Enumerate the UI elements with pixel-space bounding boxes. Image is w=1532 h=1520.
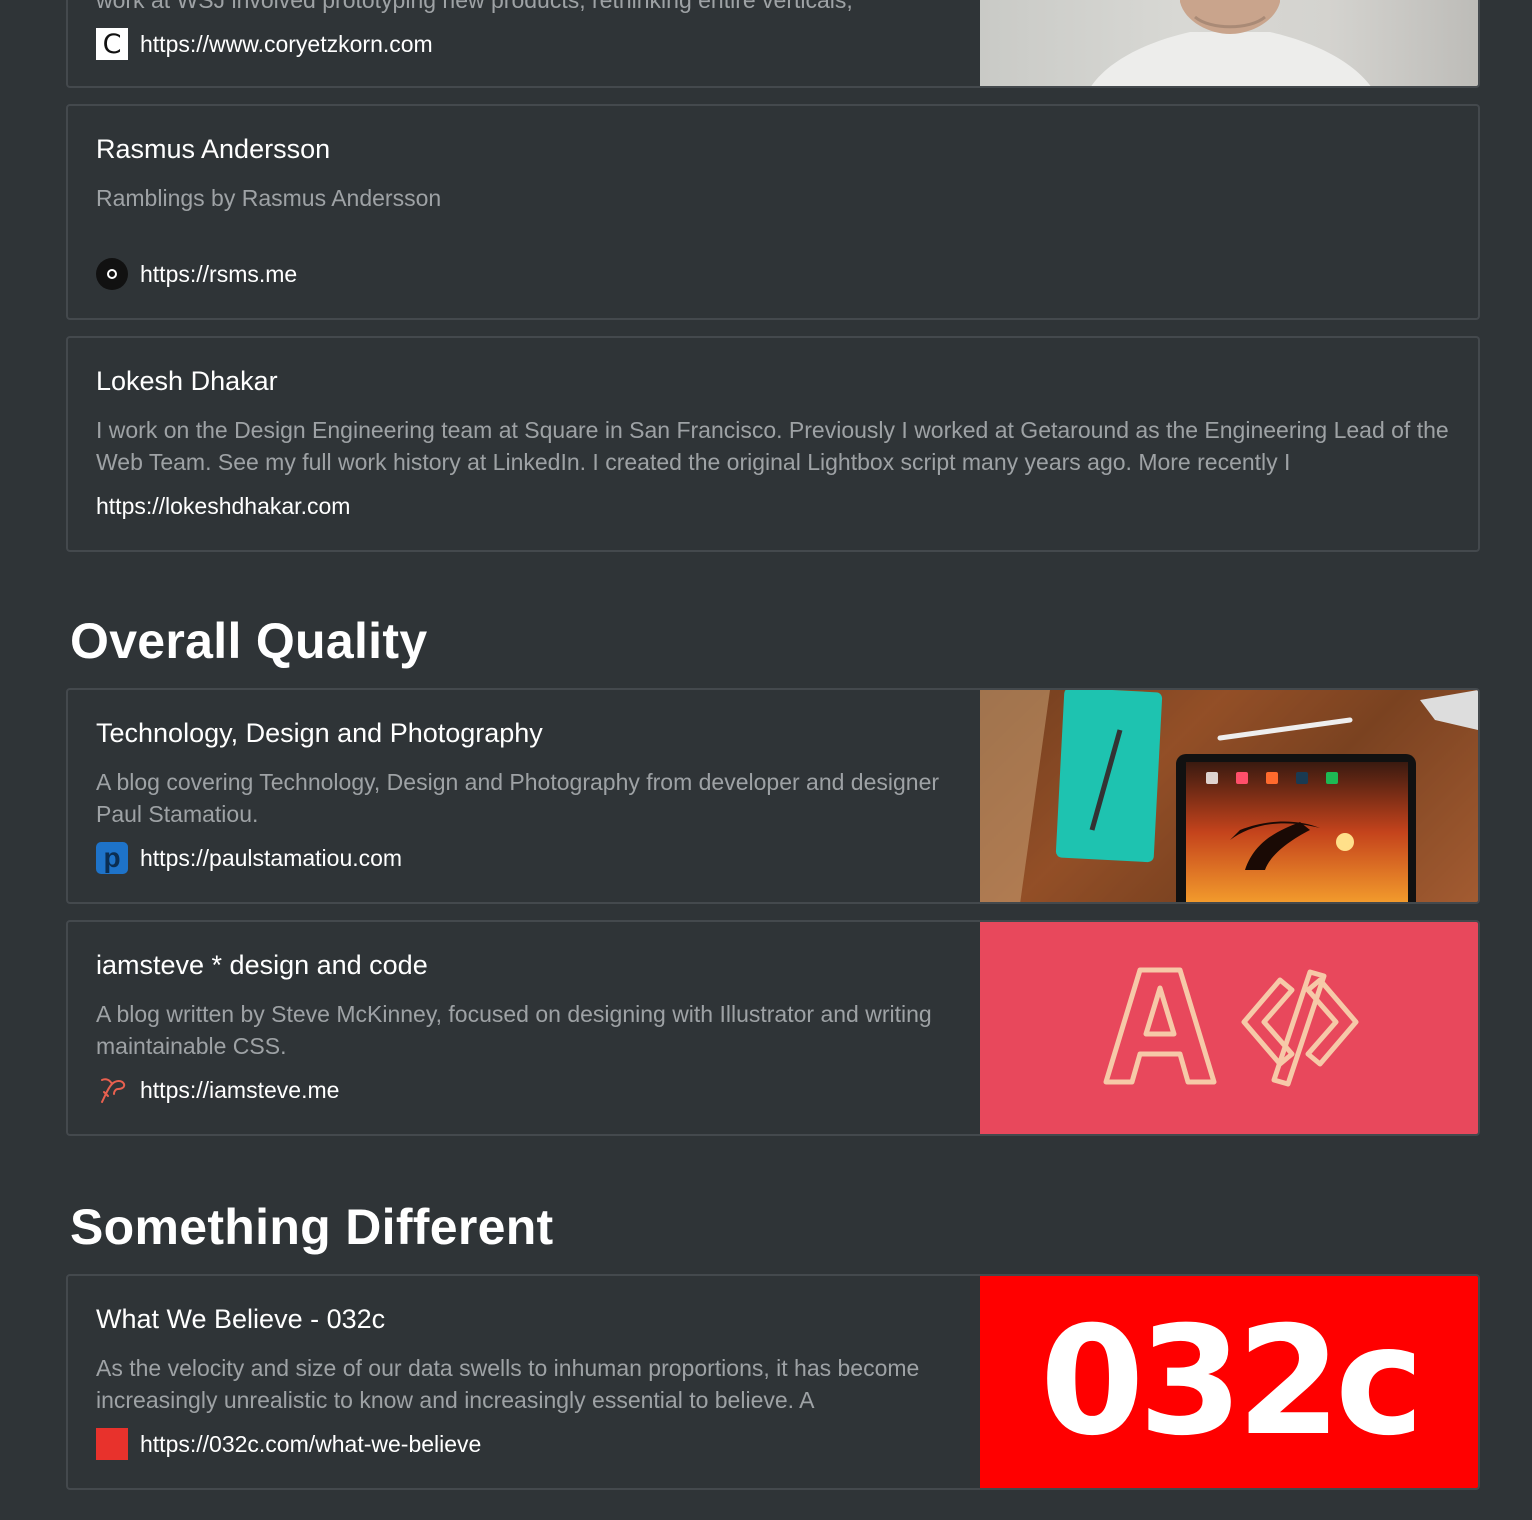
card-url: https://rsms.me [140, 260, 298, 287]
card-link[interactable]: https://lokeshdhakar.com [96, 489, 350, 523]
card-thumbnail-desk-photo [980, 690, 1478, 902]
card-title: Technology, Design and Photography [96, 718, 543, 748]
card-thumbnail-032c-logo: 032c [980, 1276, 1478, 1488]
card-description: A blog covering Technology, Design and P… [96, 769, 940, 827]
card-description: I work on the Design Engineering team at… [96, 417, 1449, 475]
card-url: https://paulstamatiou.com [140, 844, 403, 871]
circle-dot-icon [96, 258, 128, 290]
card-description: Ramblings by Rasmus Andersson [96, 185, 442, 211]
logo-032c: 032c [1039, 1295, 1424, 1469]
card-description: A blog written by Steve McKinney, focuse… [96, 1001, 932, 1059]
card-link[interactable]: https://rsms.me [96, 257, 297, 291]
card-url: https://032c.com/what-we-believe [140, 1430, 482, 1457]
bookmark-card-032c[interactable]: What We Believe - 032c As the velocity a… [66, 1274, 1480, 1490]
bookmark-card-coryetzkorn[interactable]: work at WSJ involved prototyping new pro… [66, 0, 1480, 88]
card-thumbnail-iamsteve-logo [980, 922, 1478, 1134]
card-link[interactable]: https://iamsteve.me [96, 1073, 339, 1107]
bookmark-card-lokesh[interactable]: Lokesh Dhakar I work on the Design Engin… [66, 336, 1480, 552]
card-link[interactable]: https://032c.com/what-we-believe [96, 1427, 481, 1461]
bookmark-card-iamsteve[interactable]: iamsteve * design and code A blog writte… [66, 920, 1480, 1136]
card-title: Lokesh Dhakar [96, 366, 278, 396]
letter-c-icon: C [96, 28, 128, 60]
section-heading-overall-quality: Overall Quality [70, 613, 428, 669]
card-link[interactable]: C https://www.coryetzkorn.com [96, 27, 433, 61]
card-description: As the velocity and size of our data swe… [96, 1355, 920, 1413]
card-url: https://www.coryetzkorn.com [140, 30, 433, 57]
red-square-icon [96, 1428, 128, 1460]
card-title: Rasmus Andersson [96, 134, 331, 164]
bookmark-card-rasmus[interactable]: Rasmus Andersson Ramblings by Rasmus And… [66, 104, 1480, 320]
section-heading-something-different: Something Different [70, 1199, 554, 1255]
card-link[interactable]: p https://paulstamatiou.com [96, 841, 402, 875]
bird-icon [96, 1074, 128, 1106]
card-url: https://lokeshdhakar.com [96, 492, 351, 519]
card-url: https://iamsteve.me [140, 1076, 340, 1103]
card-title: iamsteve * design and code [96, 950, 428, 980]
letter-p-icon: p [96, 842, 128, 874]
card-title: What We Believe - 032c [96, 1304, 386, 1334]
bookmark-card-paulstamatiou[interactable]: Technology, Design and Photography A blo… [66, 688, 1480, 904]
card-description: work at WSJ involved prototyping new pro… [96, 0, 853, 13]
card-thumbnail-portrait [980, 0, 1478, 86]
